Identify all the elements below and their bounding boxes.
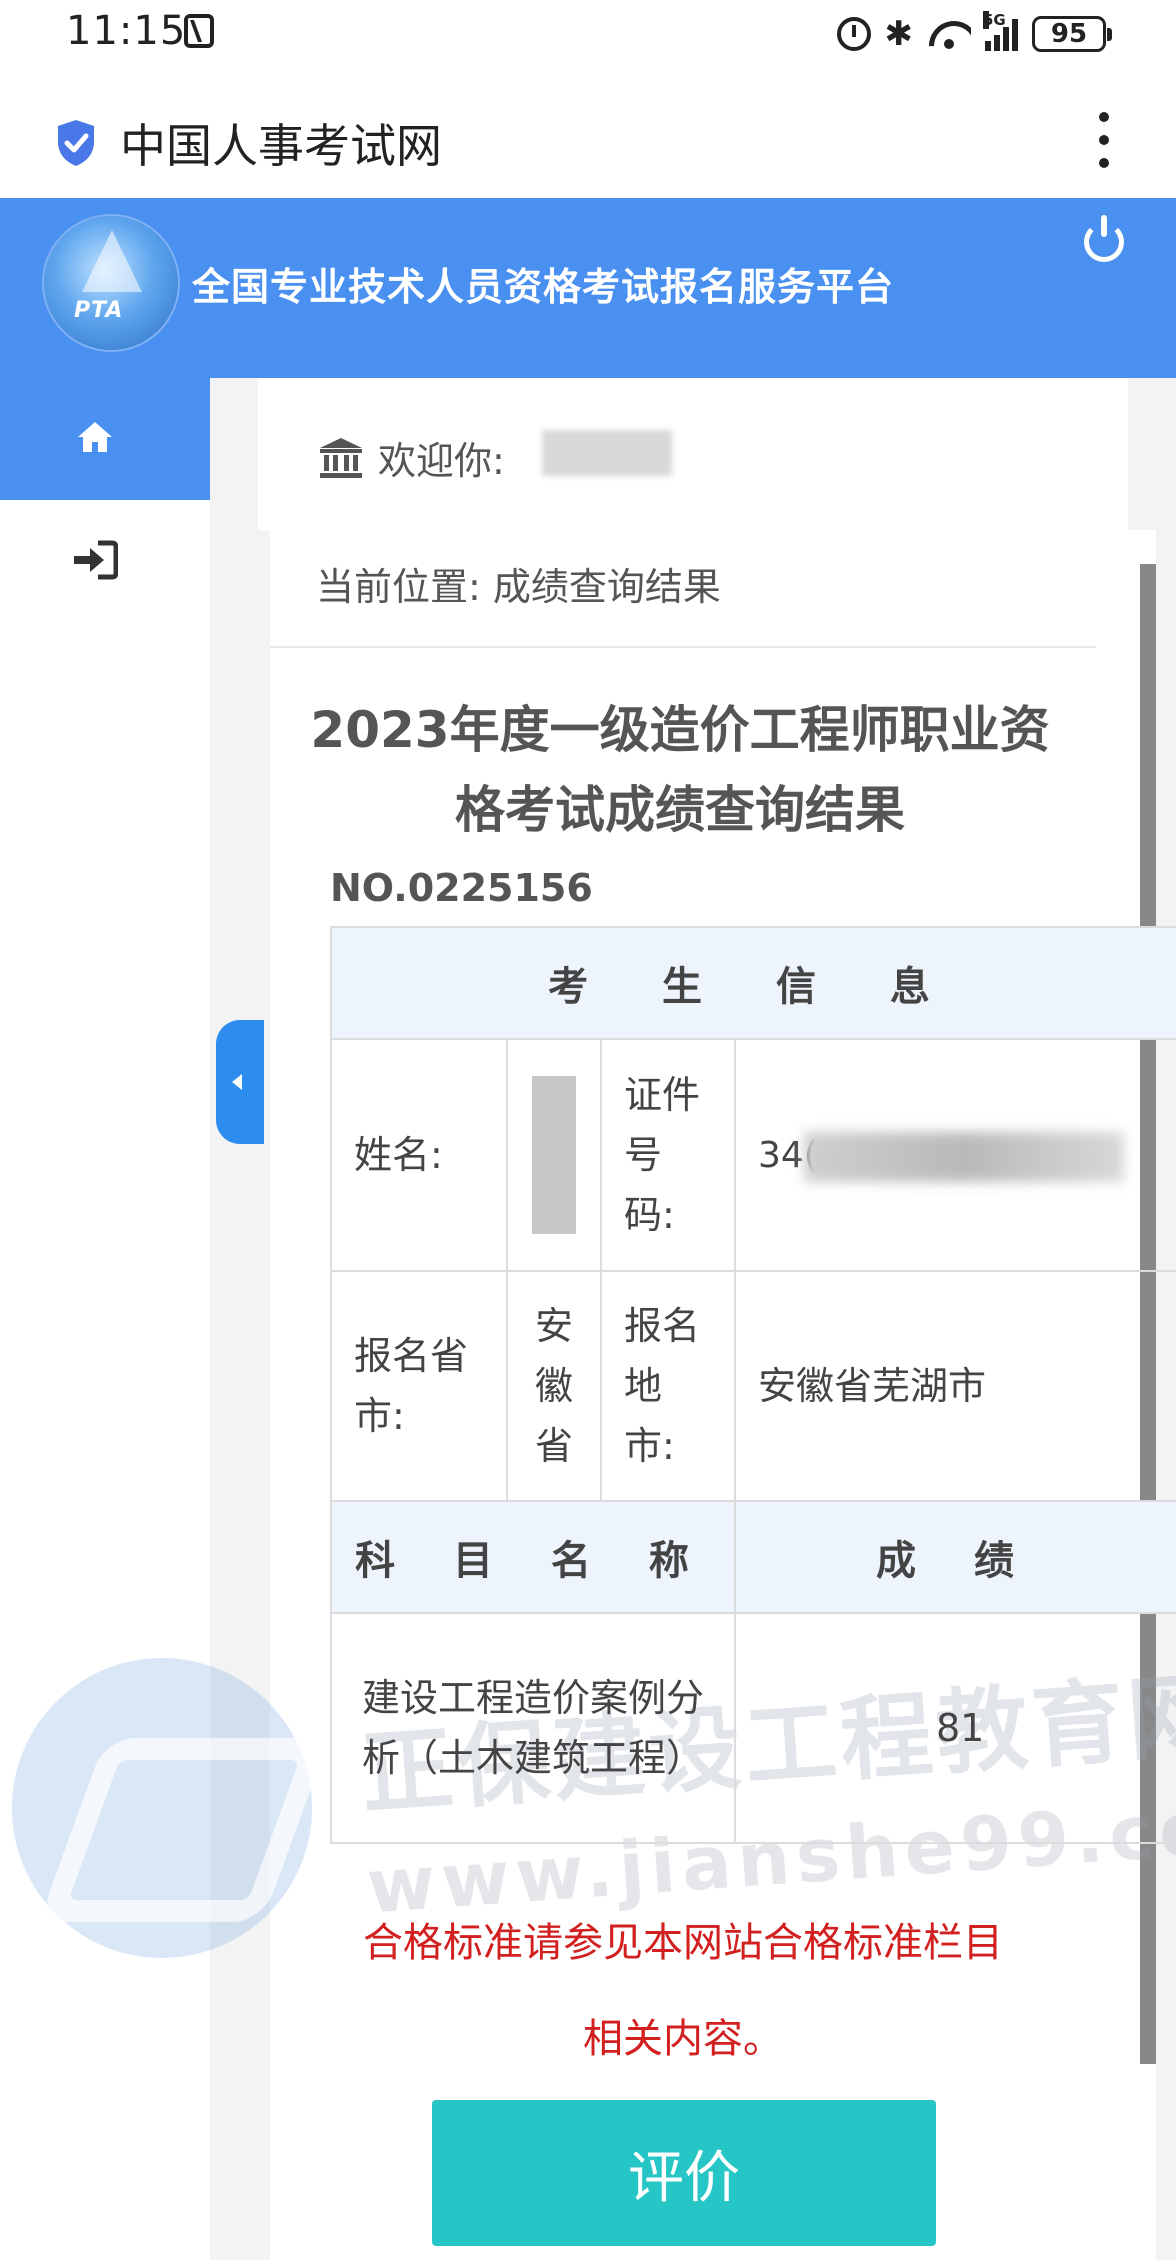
nfc-icon: [184, 14, 214, 48]
breadcrumb: 当前位置: 成绩查询结果: [270, 530, 1096, 648]
battery-indicator: 95: [1032, 16, 1112, 52]
subject-name: 建设工程造价案例分析（土木建筑工程）: [330, 1612, 736, 1844]
welcome-label: 欢迎你:: [378, 439, 505, 483]
site-title: 中国人事考试网: [120, 119, 442, 173]
browser-bar: 中国人事考试网: [0, 66, 1176, 198]
id-label: 证件号码:: [600, 1038, 736, 1272]
bank-icon: [320, 438, 362, 478]
pta-logo: PTA: [44, 216, 178, 350]
left-nav: [0, 378, 210, 2260]
table-row: 报名省市: 安徽省 报名地市: 安徽省芜湖市: [330, 1270, 1176, 1502]
collapse-sidebar-tab[interactable]: [216, 1020, 264, 1144]
score-table: 考 生 信 息 姓名: 证件号码: 34( 报名省市: 安徽省 报名地市: 安徽…: [329, 926, 1176, 1844]
welcome-box: 欢迎你:: [258, 378, 1128, 530]
platform-title: 全国专业技术人员资格考试报名服务平台: [192, 265, 895, 309]
nav-login[interactable]: [0, 500, 210, 622]
wifi-icon: [927, 17, 971, 51]
more-icon[interactable]: [1098, 112, 1110, 168]
subject-score: 81: [733, 1612, 1176, 1844]
breadcrumb-text: 当前位置: 成绩查询结果: [316, 565, 721, 609]
site-header: PTA 全国专业技术人员资格考试报名服务平台: [0, 198, 1176, 378]
power-icon[interactable]: [1084, 215, 1124, 262]
shield-icon: [58, 120, 94, 166]
page-title: 2023年度一级造价工程师职业资格考试成绩查询结果: [310, 701, 1050, 839]
bluetooth-icon: ✱: [884, 14, 914, 54]
nav-home[interactable]: [0, 378, 210, 500]
score-header: 成 绩: [733, 1500, 1176, 1614]
reg-city-label: 报名地市:: [600, 1270, 736, 1502]
alarm-icon: [836, 17, 871, 51]
status-icons: ✱ 5G 95: [836, 11, 1112, 56]
logo-text: PTA: [74, 298, 124, 323]
notice-line-2: 相关内容。: [583, 2016, 783, 2062]
id-value: 34(: [733, 1038, 1176, 1272]
watermark-logo: [12, 1658, 312, 1958]
subject-header: 科 目 名 称: [330, 1500, 736, 1614]
name-value-redacted: [506, 1038, 602, 1272]
signal-icon: 5G: [983, 11, 1018, 51]
evaluate-button[interactable]: 评价: [432, 2100, 936, 2246]
login-icon: [74, 540, 118, 580]
home-icon: [78, 422, 112, 452]
network-type: 5G: [983, 11, 1006, 29]
reg-province-value: 安徽省: [506, 1270, 602, 1502]
table-row: 建设工程造价案例分析（土木建筑工程） 81: [330, 1612, 1176, 1844]
reg-province-label: 报名省市:: [330, 1270, 508, 1502]
serial-number: NO.0225156: [330, 866, 593, 910]
table-row: 姓名: 证件号码: 34(: [330, 1038, 1176, 1272]
status-bar: 11:15 ✱ 5G 95: [0, 0, 1176, 66]
notice-line-1: 合格标准请参见本网站合格标准栏目: [363, 1920, 1003, 1966]
status-time: 11:15: [66, 8, 187, 54]
welcome-name-redacted: [542, 430, 672, 476]
name-label: 姓名:: [330, 1038, 508, 1272]
reg-city-value: 安徽省芜湖市: [733, 1270, 1176, 1502]
section-candidate-info: 考 生 信 息: [329, 926, 1176, 1040]
